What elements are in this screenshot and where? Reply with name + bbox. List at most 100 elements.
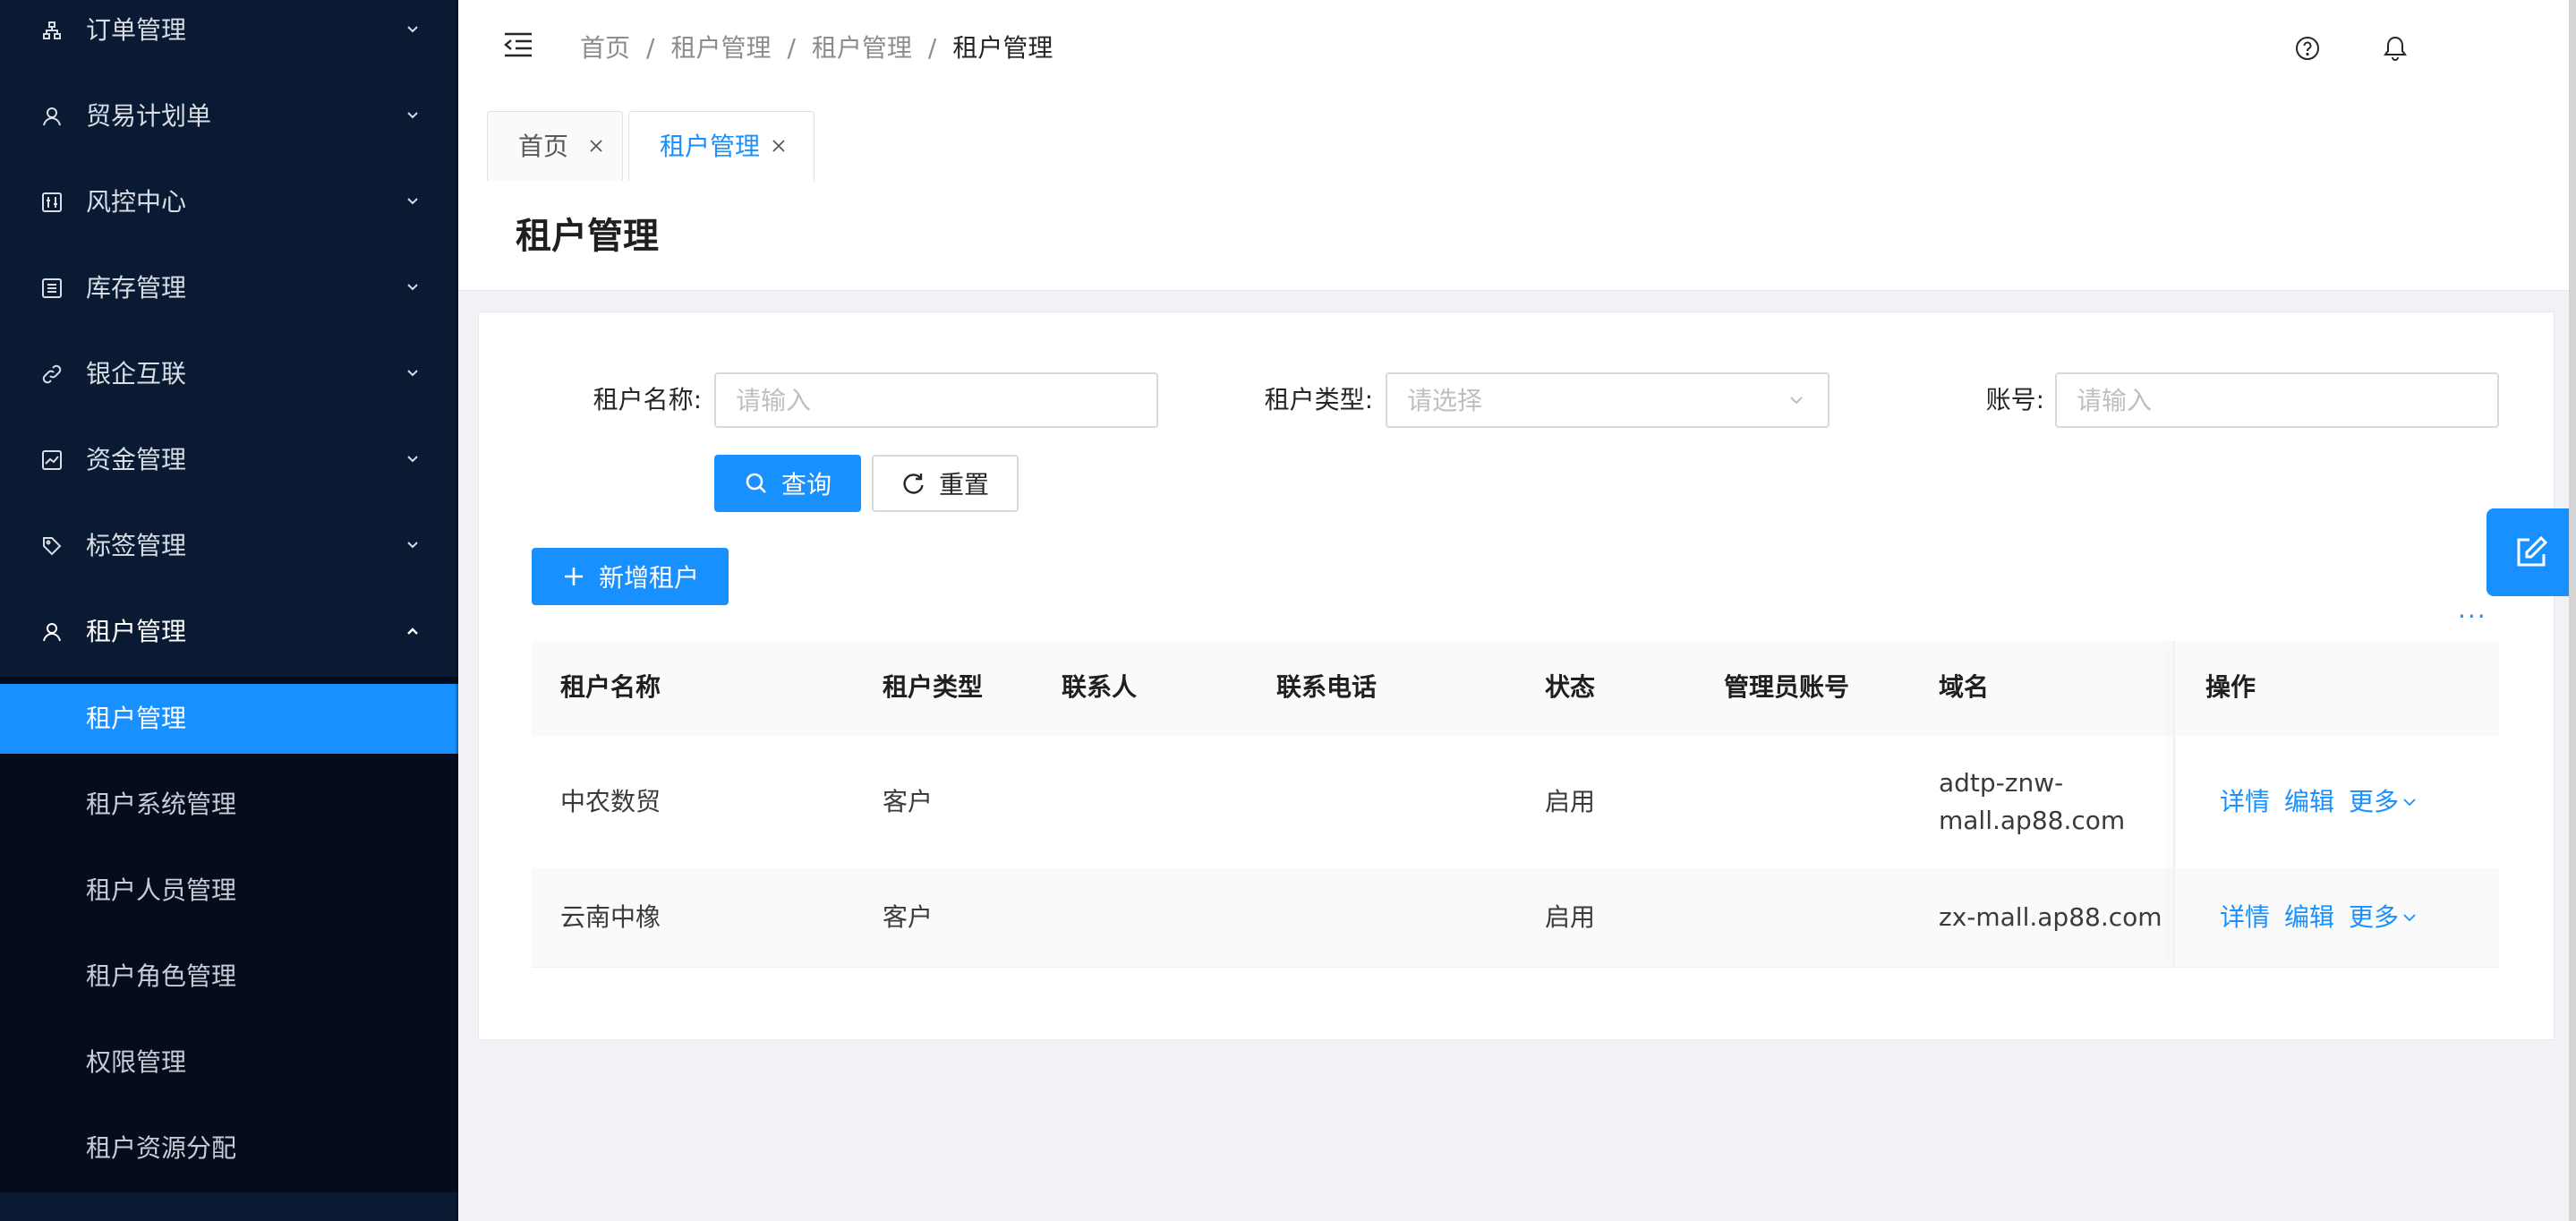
sidebar-subitem-tenant-staff[interactable]: 租户人员管理: [0, 856, 458, 926]
sidebar-subitem-label: 租户系统管理: [86, 790, 237, 819]
sidebar-subitem-label: 租户资源分配: [86, 1133, 237, 1163]
breadcrumb-separator: /: [927, 33, 937, 63]
column-header: 联系人: [1062, 672, 1138, 702]
sidebar-item-trade-plan[interactable]: 贸易计划单: [0, 73, 458, 159]
sidebar-subitem-tenant-management[interactable]: 租户管理: [0, 684, 458, 754]
chevron-down-icon: [407, 370, 418, 377]
cell-tenant-type: 客户: [883, 902, 934, 932]
tab-tenant-management[interactable]: 租户管理: [628, 111, 815, 181]
breadcrumb-separator: /: [646, 33, 655, 63]
sidebar-item-bank-link[interactable]: 银企互联: [0, 331, 458, 417]
reset-button[interactable]: 重置: [872, 455, 1019, 512]
detail-link[interactable]: 详情: [2220, 783, 2270, 821]
sidebar-item-funds[interactable]: 资金管理: [0, 417, 458, 503]
column-header: 联系电话: [1276, 672, 1378, 702]
help-icon[interactable]: [2293, 34, 2322, 63]
column-header: 租户类型: [883, 672, 984, 702]
plus-icon: [564, 568, 583, 585]
menu-fold-icon[interactable]: [501, 29, 535, 63]
query-button-label: 查询: [780, 470, 832, 500]
chevron-down-icon: [407, 456, 418, 463]
sidebar: 订单管理 贸易计划单 风控中心 库存管理 银企互联 资金管理 标签管理 租户管理…: [0, 0, 458, 1221]
page-header: 租户管理: [458, 181, 2569, 291]
more-dropdown[interactable]: 更多: [2349, 899, 2418, 936]
breadcrumb: 首页 / 租户管理 / 租户管理 / 租户管理: [580, 30, 1053, 66]
breadcrumb-separator: /: [787, 33, 796, 63]
sidebar-subitem-tenant-roles[interactable]: 租户角色管理: [0, 942, 458, 1012]
line-chart-icon: [41, 449, 63, 471]
sidebar-subitem-label: 权限管理: [86, 1047, 187, 1077]
cell-domain-line1: adtp-znw-: [1939, 768, 2064, 798]
sidebar-item-tenant-management[interactable]: 租户管理: [0, 589, 458, 675]
more-dropdown[interactable]: 更多: [2349, 783, 2418, 821]
sidebar-item-label: 标签管理: [86, 531, 187, 560]
breadcrumb-item-home[interactable]: 首页: [580, 30, 630, 66]
close-icon[interactable]: [769, 136, 789, 156]
breadcrumb-item[interactable]: 租户管理: [812, 30, 912, 66]
column-header: 域名: [1939, 672, 1990, 702]
sidebar-item-label: 订单管理: [86, 15, 187, 45]
table-row: 中农数贸 客户 启用 adtp-znw- mall.ap88.com 详情 编辑…: [532, 736, 2499, 869]
tab-label: 首页: [518, 132, 569, 161]
chevron-down-icon: [407, 198, 418, 205]
sidebar-subitem-tenant-system[interactable]: 租户系统管理: [0, 770, 458, 840]
sidebar-item-label: 库存管理: [86, 273, 187, 303]
fixed-column-divider: [2173, 641, 2175, 967]
tab-home[interactable]: 首页: [487, 111, 623, 181]
sidebar-subitem-label: 租户角色管理: [86, 961, 237, 991]
edit-link[interactable]: 编辑: [2284, 783, 2334, 821]
user-icon: [41, 621, 63, 643]
tag-icon: [41, 535, 63, 557]
account-input[interactable]: [2055, 372, 2499, 428]
user-icon: [41, 106, 63, 127]
add-tenant-button[interactable]: 新增租户: [532, 548, 729, 605]
cell-status: 启用: [1545, 787, 1596, 816]
query-button[interactable]: 查询: [714, 455, 861, 512]
chevron-up-icon: [407, 628, 418, 635]
sidebar-item-risk-control[interactable]: 风控中心: [0, 159, 458, 245]
account-label: 账号:: [1985, 385, 2044, 414]
breadcrumb-item[interactable]: 租户管理: [670, 30, 771, 66]
breadcrumb-item-current: 租户管理: [952, 33, 1053, 63]
close-icon[interactable]: [586, 136, 606, 156]
page-title: 租户管理: [516, 216, 659, 257]
edit-link[interactable]: 编辑: [2284, 899, 2334, 936]
cell-tenant-type: 客户: [883, 787, 934, 816]
reload-icon: [903, 474, 924, 494]
tenant-type-placeholder: 请选择: [1407, 386, 1483, 415]
list-icon: [41, 278, 63, 299]
sidebar-item-label: 贸易计划单: [86, 101, 212, 131]
chevron-down-icon: [407, 112, 418, 119]
column-header: 管理员账号: [1724, 672, 1850, 702]
detail-link[interactable]: 详情: [2220, 899, 2270, 936]
sidebar-item-label: 租户管理: [86, 617, 187, 646]
sidebar-item-inventory[interactable]: 库存管理: [0, 245, 458, 331]
tab-label: 租户管理: [660, 132, 761, 161]
floating-edit-button[interactable]: [2486, 508, 2576, 596]
bell-icon[interactable]: [2381, 34, 2410, 63]
sidebar-subitem-label: 租户人员管理: [86, 875, 237, 905]
sidebar-subitem-resource-allocation[interactable]: 租户资源分配: [0, 1114, 458, 1183]
more-link-label: 更多: [2349, 902, 2400, 932]
cell-tenant-name: 云南中橡: [560, 902, 661, 932]
cell-domain-line1: zx-mall.ap88.com: [1939, 902, 2162, 932]
chevron-down-icon: [407, 26, 418, 33]
tenant-name-input[interactable]: [714, 372, 1158, 428]
cell-domain-line2: mall.ap88.com: [1939, 806, 2126, 835]
sidebar-item-orders[interactable]: 订单管理: [0, 0, 458, 73]
tenant-type-select[interactable]: 请选择: [1386, 372, 1830, 428]
column-settings-dots[interactable]: ···: [2458, 602, 2487, 631]
sidebar-item-tags[interactable]: 标签管理: [0, 503, 458, 589]
sidebar-subitem-permissions[interactable]: 权限管理: [0, 1028, 458, 1097]
edit-icon: [2517, 535, 2548, 567]
column-header: 租户名称: [560, 672, 661, 702]
more-link-label: 更多: [2349, 787, 2400, 816]
sidebar-subitem-label: 租户管理: [86, 704, 187, 733]
sliders-icon: [41, 192, 63, 213]
add-tenant-button-label: 新增租户: [598, 563, 699, 593]
chevron-down-icon: [407, 284, 418, 291]
tenant-type-label: 租户类型:: [1264, 385, 1373, 414]
link-icon: [41, 363, 63, 385]
window-edge: [2569, 0, 2576, 1221]
search-icon: [746, 473, 766, 493]
